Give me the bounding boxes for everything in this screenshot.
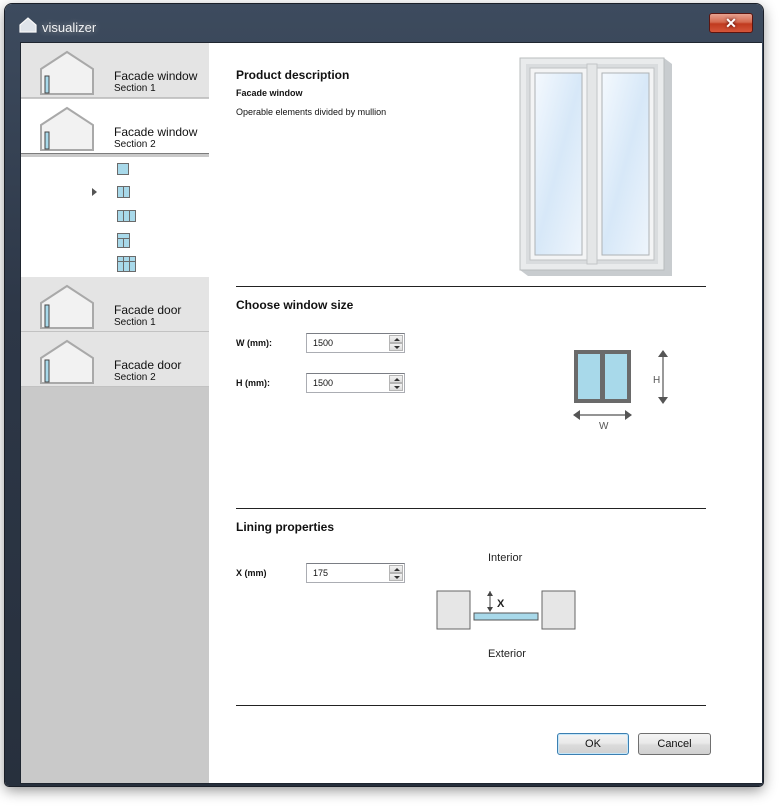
width-decrement-button[interactable] <box>389 343 403 351</box>
title-bar[interactable]: visualizer ✕ <box>5 4 763 42</box>
sidebar-item-subtitle: Section 1 <box>114 317 156 328</box>
sidebar-item-title: Facade window <box>114 125 198 139</box>
section-divider <box>236 508 706 509</box>
house-door-icon <box>40 339 94 384</box>
house-window-icon <box>40 106 94 151</box>
size-heading: Choose window size <box>236 298 354 312</box>
sidebar-item-facade-window-2[interactable]: Facade window Section 2 <box>21 99 209 154</box>
window-title: visualizer <box>42 20 97 35</box>
x-stepper[interactable]: 175 <box>306 563 405 583</box>
three-pane-icon[interactable] <box>117 210 136 222</box>
window-preview-image <box>519 57 672 276</box>
width-increment-button[interactable] <box>389 335 403 343</box>
height-increment-button[interactable] <box>389 375 403 383</box>
house-window-icon <box>40 50 94 95</box>
close-button[interactable]: ✕ <box>709 13 753 33</box>
sidebar: Facade window Section 1 Facade window Se… <box>21 43 209 783</box>
sidebar-item-title: Facade window <box>114 69 198 83</box>
product-heading: Product description <box>236 68 350 82</box>
grid-pane-icon[interactable] <box>117 256 136 272</box>
cancel-button[interactable]: Cancel <box>638 733 711 755</box>
x-increment-button[interactable] <box>389 565 403 573</box>
diagram-x-label: X <box>497 598 505 610</box>
sidebar-item-subtitle: Section 1 <box>114 83 156 94</box>
height-stepper-buttons <box>389 375 403 391</box>
width-label: W (mm): <box>236 338 272 348</box>
variant-panel <box>21 157 209 277</box>
height-label: H (mm): <box>236 378 270 388</box>
x-stepper-buttons <box>389 565 403 581</box>
transom-two-pane-icon[interactable] <box>117 233 130 248</box>
interior-label: Interior <box>488 552 523 564</box>
sidebar-item-title: Facade door <box>114 358 182 372</box>
x-label: X (mm) <box>236 568 267 578</box>
height-decrement-button[interactable] <box>389 383 403 391</box>
single-pane-icon[interactable] <box>117 163 129 175</box>
height-stepper[interactable]: 1500 <box>306 373 405 393</box>
selected-variant-arrow-icon <box>92 188 97 196</box>
ok-button[interactable]: OK <box>557 733 629 755</box>
section-divider <box>236 286 706 287</box>
diagram-height-label: H <box>653 375 661 386</box>
sidebar-item-subtitle: Section 2 <box>114 139 156 150</box>
width-stepper-buttons <box>389 335 403 351</box>
sidebar-item-title: Facade door <box>114 303 182 317</box>
lining-diagram <box>436 590 576 630</box>
product-name: Facade window <box>236 88 303 98</box>
sidebar-item-facade-window-1[interactable]: Facade window Section 1 <box>21 43 209 98</box>
section-divider <box>236 705 706 706</box>
width-value: 1500 <box>313 338 334 348</box>
size-diagram <box>573 350 668 420</box>
x-decrement-button[interactable] <box>389 573 403 581</box>
product-description: Operable elements divided by mullion <box>236 107 387 117</box>
client-area: Facade window Section 1 Facade window Se… <box>20 42 762 784</box>
sidebar-item-facade-door-1[interactable]: Facade door Section 1 <box>21 277 209 332</box>
x-value: 175 <box>313 568 329 578</box>
diagram-width-label: W <box>599 421 609 432</box>
width-stepper[interactable]: 1500 <box>306 333 405 353</box>
exterior-label: Exterior <box>488 648 526 660</box>
sidebar-item-subtitle: Section 2 <box>114 372 156 383</box>
house-door-icon <box>40 284 94 329</box>
application-window: visualizer ✕ Facade window Section 1 Fac… <box>5 4 763 786</box>
lining-heading: Lining properties <box>236 520 335 534</box>
two-pane-icon[interactable] <box>117 186 130 198</box>
main-panel: Product description Facade window Operab… <box>210 43 762 783</box>
house-icon <box>19 17 37 33</box>
sidebar-item-facade-door-2[interactable]: Facade door Section 2 <box>21 332 209 387</box>
height-value: 1500 <box>313 378 334 388</box>
